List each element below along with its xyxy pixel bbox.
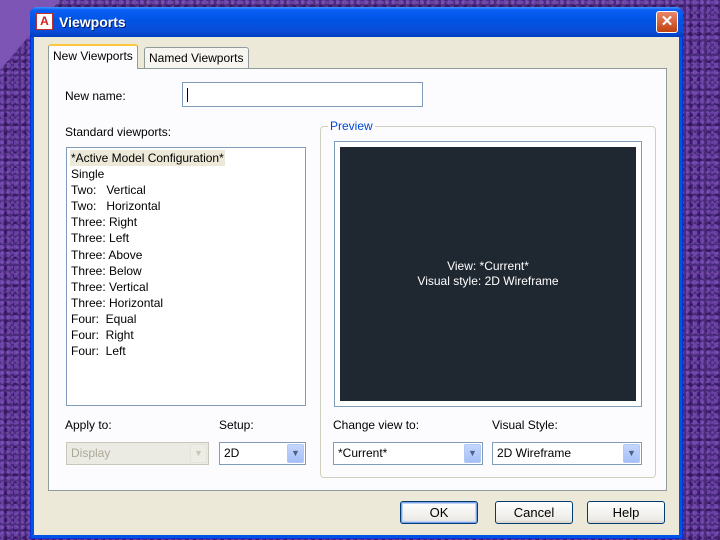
title-bar[interactable]: A Viewports ✕	[30, 7, 683, 37]
list-item[interactable]: Three: Vertical	[70, 279, 305, 295]
apply-to-value: Display	[71, 446, 111, 460]
chevron-down-icon[interactable]: ▼	[623, 444, 640, 463]
list-item[interactable]: Two: Vertical	[70, 182, 305, 198]
visual-style-select[interactable]: 2D Wireframe ▼	[492, 442, 642, 465]
close-button[interactable]: ✕	[656, 11, 678, 33]
new-name-label: New name:	[65, 89, 126, 103]
preview-pane[interactable]: View: *Current* Visual style: 2D Wirefra…	[334, 141, 642, 407]
list-item[interactable]: Four: Equal	[70, 311, 305, 327]
dialog-title: Viewports	[59, 14, 126, 30]
chevron-down-icon[interactable]: ▼	[464, 444, 481, 463]
help-button[interactable]: Help	[587, 501, 665, 524]
autocad-app-icon[interactable]: A	[36, 13, 53, 30]
list-item[interactable]: Two: Horizontal	[70, 198, 305, 214]
setup-label: Setup:	[219, 418, 254, 432]
list-item[interactable]: Three: Right	[70, 214, 305, 230]
change-view-value: *Current*	[338, 446, 388, 460]
tab-new-viewports[interactable]: New Viewports	[48, 44, 138, 69]
list-item[interactable]: Three: Left	[70, 230, 305, 246]
change-view-label: Change view to:	[333, 418, 420, 432]
viewports-dialog: A Viewports ✕ New Viewports Named Viewpo…	[30, 7, 683, 539]
visual-style-value: 2D Wireframe	[497, 446, 572, 460]
list-item[interactable]: Four: Left	[70, 343, 305, 359]
apply-to-label: Apply to:	[65, 418, 112, 432]
list-item[interactable]: Three: Above	[70, 247, 305, 263]
new-name-input[interactable]	[182, 82, 423, 107]
ok-button[interactable]: OK	[400, 501, 478, 524]
setup-value: 2D	[224, 446, 240, 460]
apply-to-select[interactable]: Display ▼	[66, 442, 209, 465]
change-view-select[interactable]: *Current* ▼	[333, 442, 483, 465]
visual-style-label: Visual Style:	[492, 418, 558, 432]
list-item[interactable]: Single	[70, 166, 305, 182]
cancel-button[interactable]: Cancel	[495, 501, 573, 524]
preview-view-text: View: *Current*	[447, 259, 529, 273]
text-caret	[187, 88, 188, 102]
preview-group-label: Preview	[328, 119, 375, 133]
preview-viewport[interactable]: View: *Current* Visual style: 2D Wirefra…	[338, 145, 638, 403]
chevron-down-icon[interactable]: ▼	[190, 444, 207, 463]
standard-viewports-label: Standard viewports:	[65, 125, 172, 139]
list-item[interactable]: *Active Model Configuration*	[70, 150, 225, 167]
list-item[interactable]: Three: Horizontal	[70, 295, 305, 311]
standard-viewports-list[interactable]: *Active Model Configuration* Single Two:…	[66, 147, 306, 406]
close-icon: ✕	[660, 13, 674, 30]
list-item[interactable]: Four: Right	[70, 327, 305, 343]
list-item[interactable]: Three: Below	[70, 263, 305, 279]
chevron-down-icon[interactable]: ▼	[287, 444, 304, 463]
tab-named-viewports[interactable]: Named Viewports	[144, 47, 249, 69]
setup-select[interactable]: 2D ▼	[219, 442, 306, 465]
preview-style-text: Visual style: 2D Wireframe	[417, 274, 559, 288]
